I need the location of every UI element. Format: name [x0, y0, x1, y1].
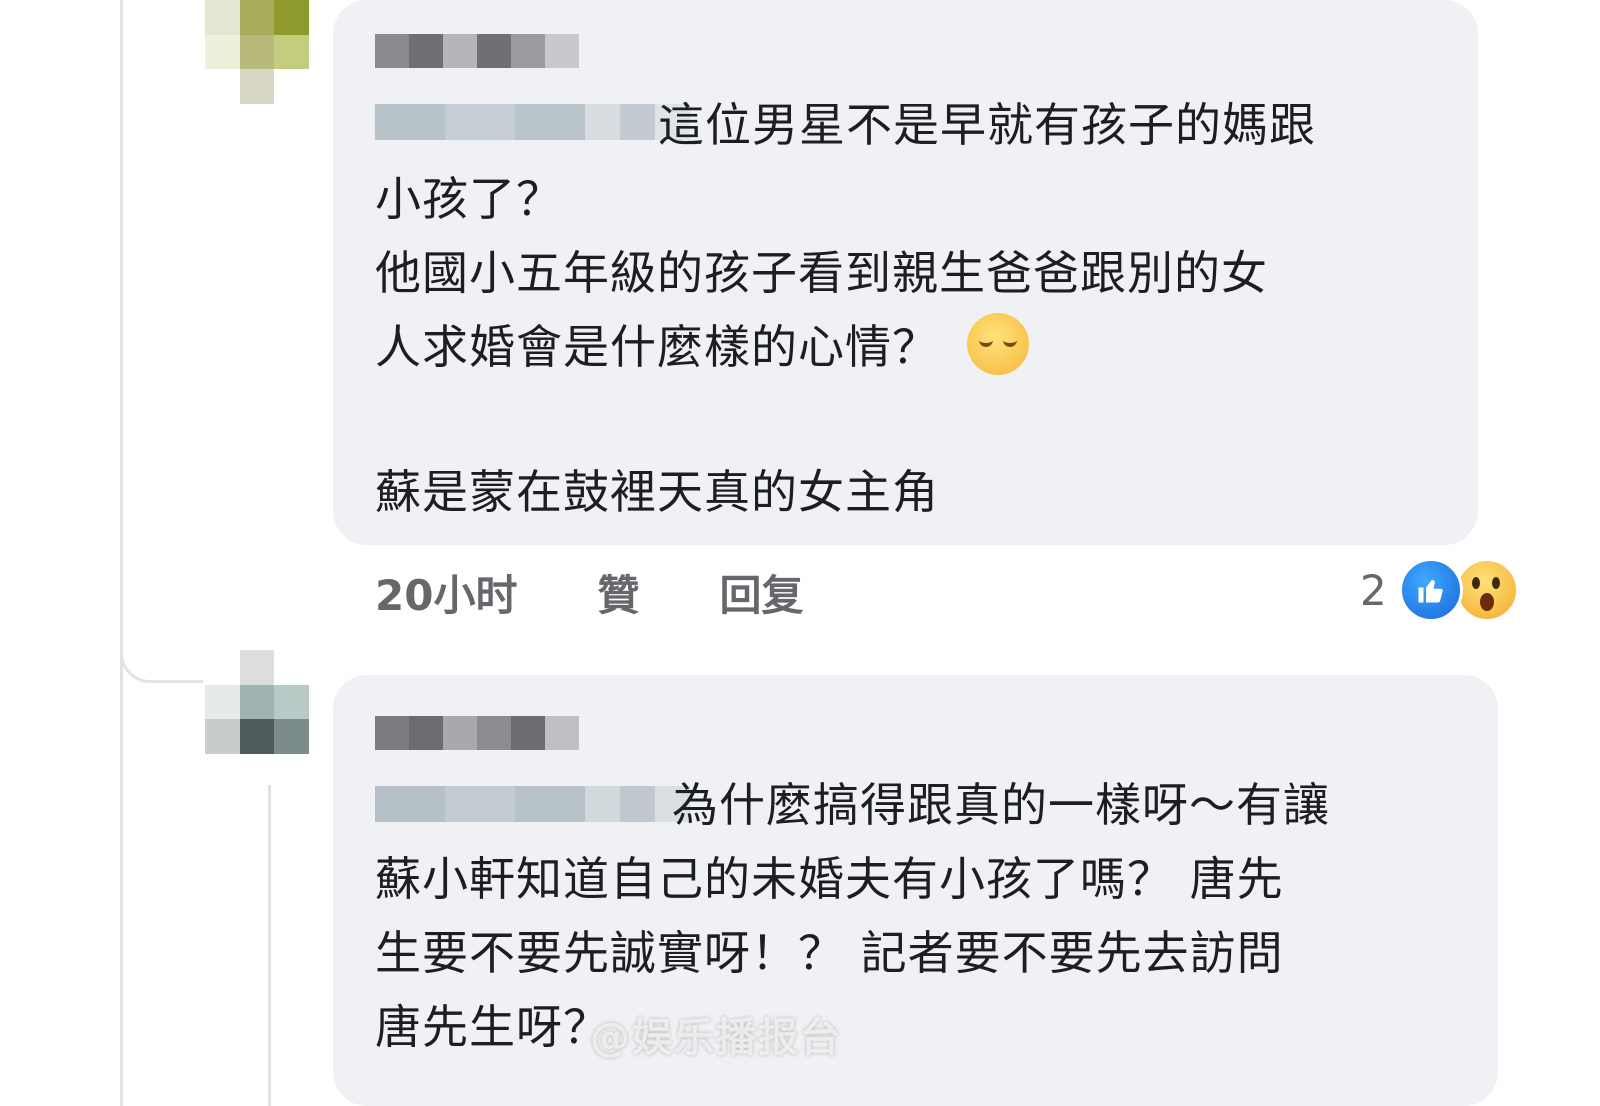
reply-button[interactable]: 回复 — [719, 562, 803, 623]
watermark: @娱乐播报台 — [590, 1015, 842, 1061]
like-icon — [1398, 558, 1463, 622]
reply-thread-line — [268, 785, 271, 1106]
wow-icon — [1454, 558, 1519, 622]
mention-tag-redacted[interactable] — [375, 104, 690, 140]
mention-tag-redacted[interactable] — [375, 786, 690, 822]
timestamp[interactable]: 20小时 — [375, 562, 517, 623]
comment-text-first-line: 這位男星不是早就有孩子的媽跟 — [658, 98, 1316, 152]
avatar[interactable] — [205, 0, 309, 104]
thread-line — [120, 0, 123, 1106]
commenter-name-redacted[interactable] — [375, 716, 579, 750]
like-button[interactable]: 贊 — [597, 562, 639, 623]
thread-branch — [120, 640, 203, 683]
comment-text-body: 小孩了？ 他國小五年級的孩子看到親生爸爸跟別的女 人求婚會是什麼樣的心情？ — [375, 172, 1268, 374]
commenter-name-redacted[interactable] — [375, 34, 579, 68]
thumbs-up-icon — [1418, 580, 1443, 603]
comment-text: 小孩了？ 他國小五年級的孩子看到親生爸爸跟別的女 人求婚會是什麼樣的心情？ — [375, 162, 1268, 384]
reactions-summary[interactable]: 2 — [1360, 558, 1519, 622]
avatar[interactable] — [205, 650, 309, 754]
reaction-count: 2 — [1360, 565, 1387, 615]
comment-actions: 20小时 贊 回复 — [375, 562, 883, 622]
comment-text-first-line: 為什麼搞得跟真的一樣呀～有讓 — [672, 778, 1330, 832]
pensive-face-emoji-icon — [967, 313, 1029, 375]
comment-text-tail: 蘇是蒙在鼓裡天真的女主角 — [375, 465, 939, 519]
